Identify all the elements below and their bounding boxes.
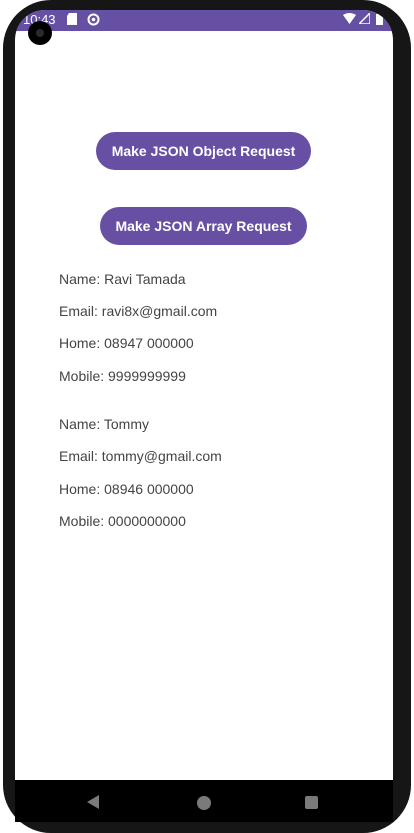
contact-name: Name: Ravi Tamada [59, 271, 186, 287]
home-icon[interactable] [197, 796, 211, 810]
contact-home-phone: Home: 08947 000000 [59, 335, 194, 351]
navigation-bar [15, 780, 393, 822]
contact-email: Email: tommy@gmail.com [59, 448, 222, 464]
contact-mobile-phone: Mobile: 0000000000 [59, 513, 186, 529]
sync-icon [87, 13, 100, 29]
battery-icon [376, 13, 383, 28]
device: 10:43 Make JSON Object Request Make JSON… [0, 0, 414, 833]
back-icon[interactable] [87, 795, 99, 809]
contact-home-phone: Home: 08946 000000 [59, 481, 194, 497]
make-json-array-request-button[interactable]: Make JSON Array Request [100, 207, 307, 245]
screen: 10:43 Make JSON Object Request Make JSON… [15, 10, 393, 822]
wifi-icon [343, 13, 356, 27]
signal-icon [357, 11, 371, 27]
contact-name: Name: Tommy [59, 416, 149, 432]
contact-email: Email: ravi8x@gmail.com [59, 303, 218, 319]
sd-card-icon [67, 13, 77, 28]
status-bar: 10:43 [15, 10, 393, 31]
recents-icon[interactable] [305, 796, 318, 809]
front-camera [28, 21, 52, 45]
make-json-object-request-button[interactable]: Make JSON Object Request [96, 132, 311, 170]
contact-mobile-phone: Mobile: 9999999999 [59, 368, 186, 384]
